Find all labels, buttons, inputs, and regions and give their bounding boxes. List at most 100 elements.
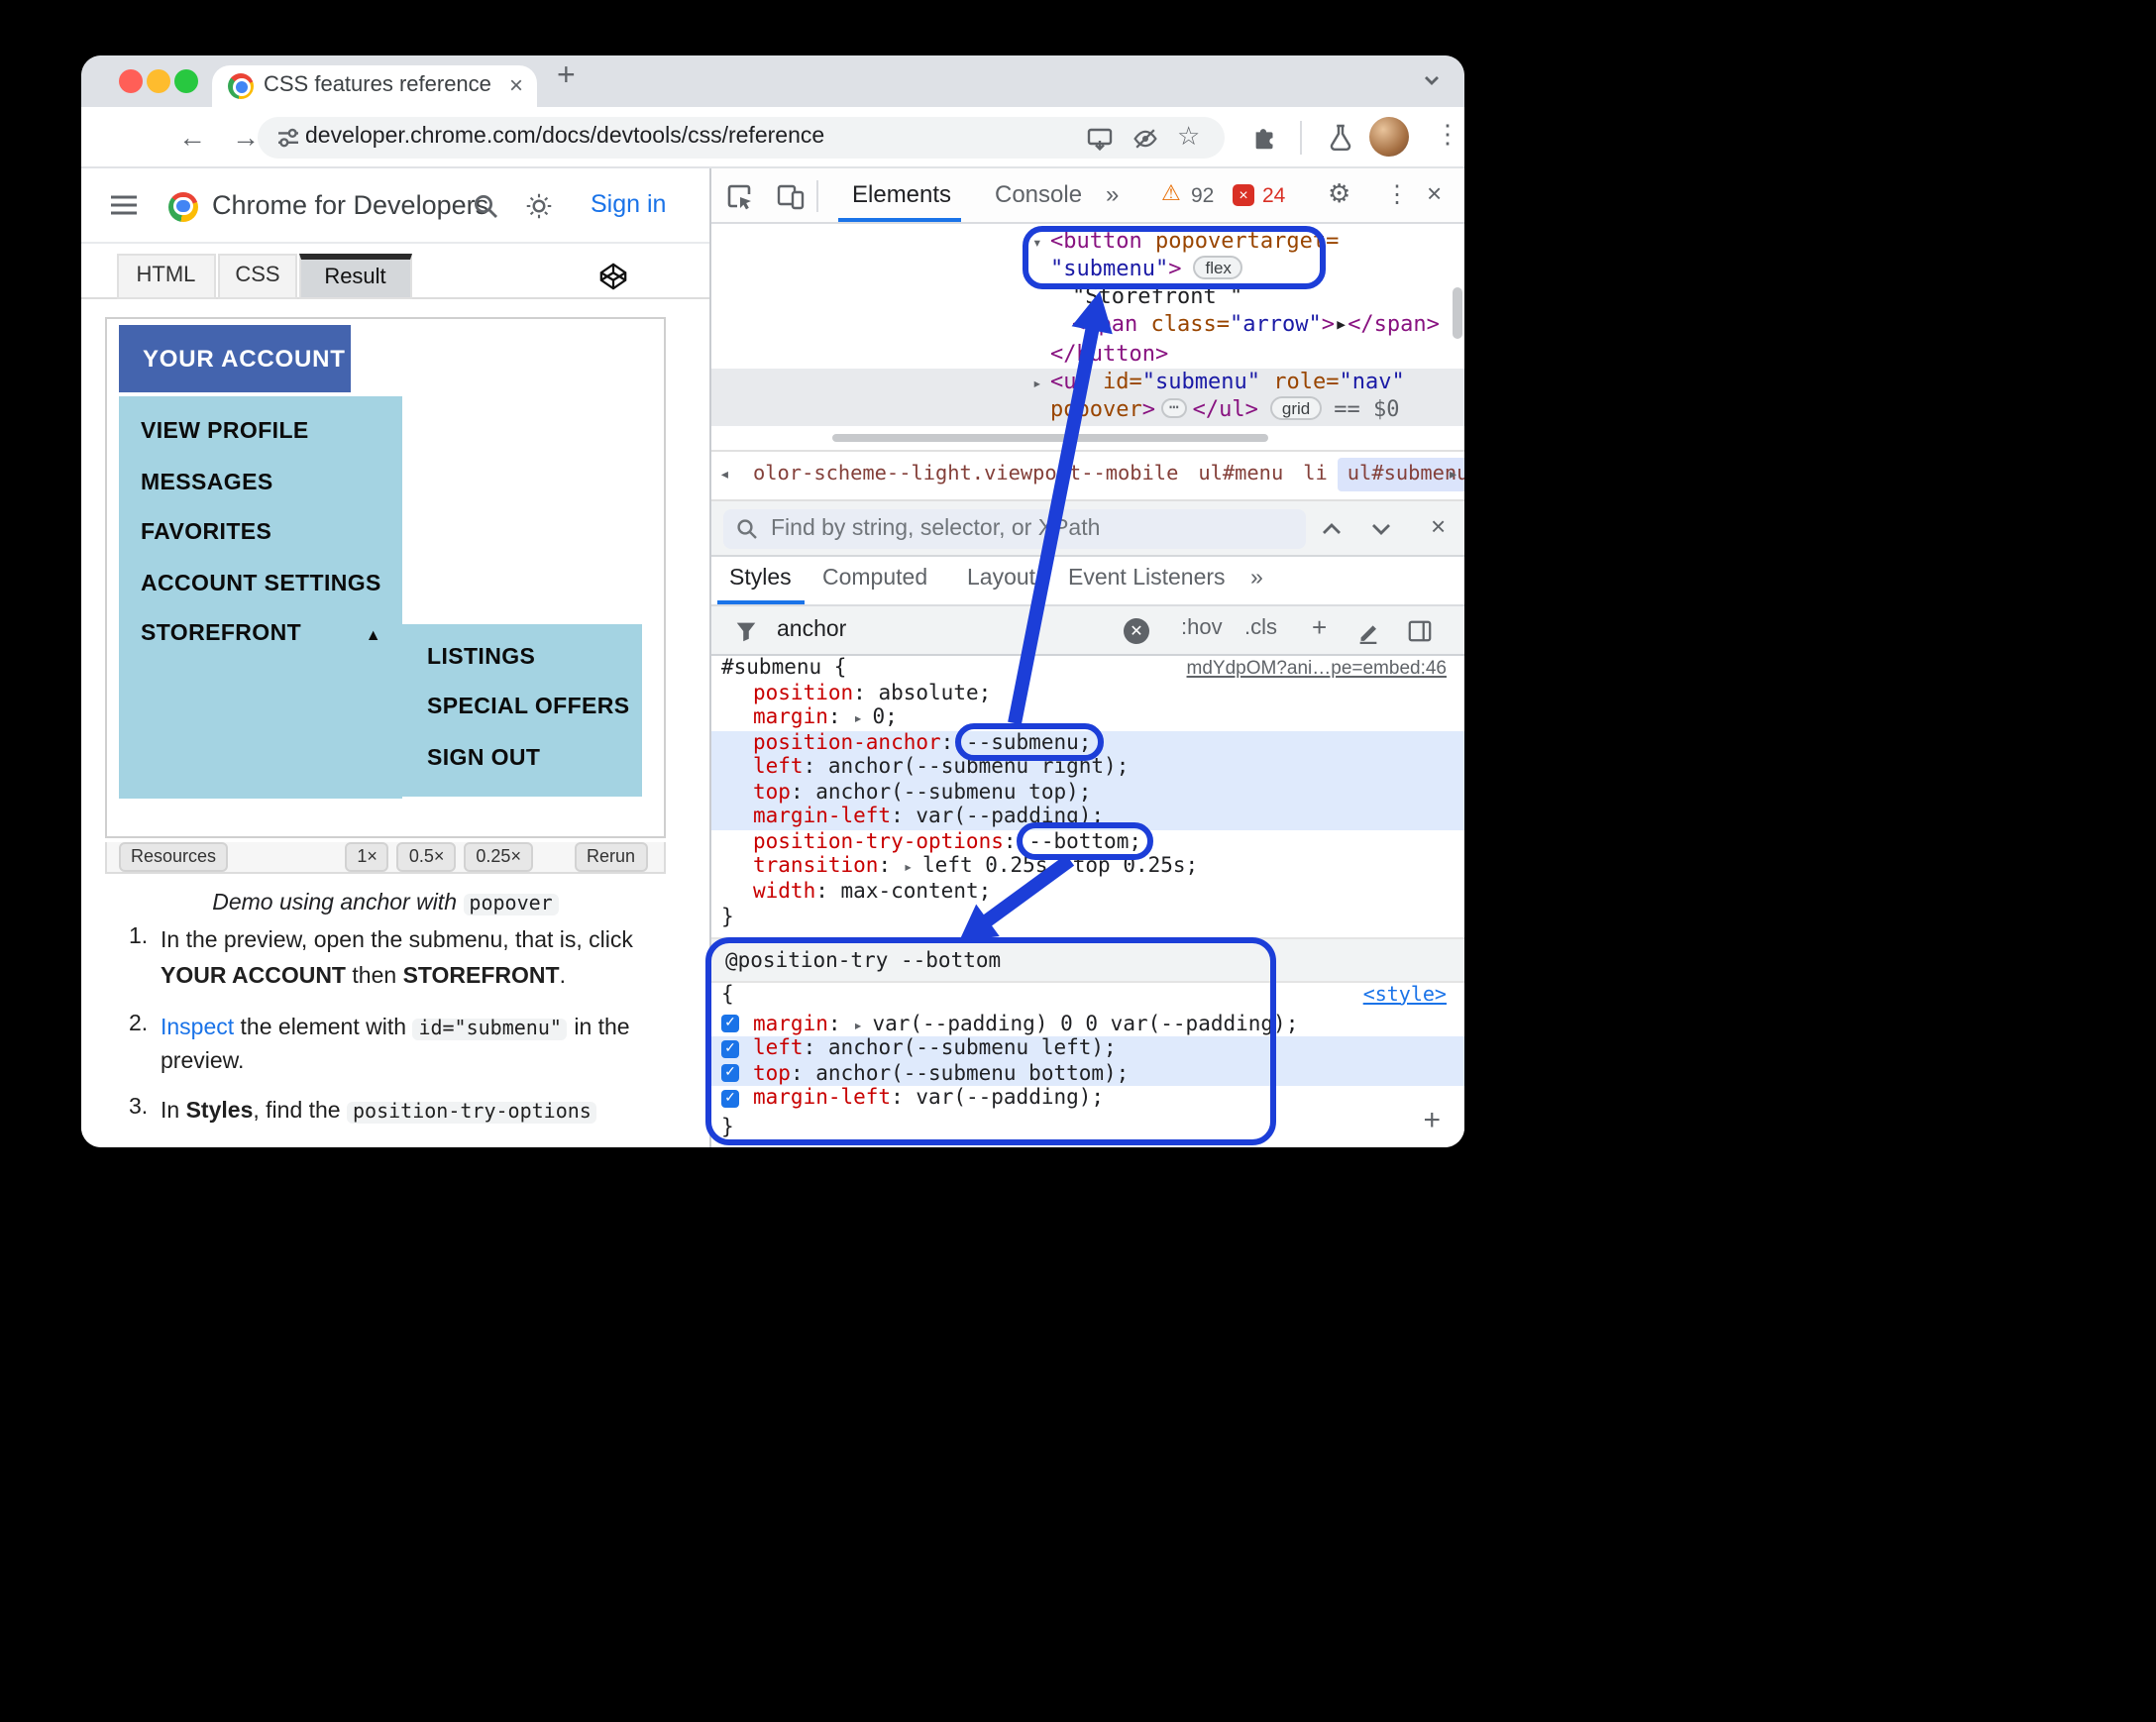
style-source-link[interactable]: <style> bbox=[1363, 984, 1447, 1006]
css-selector[interactable]: #submenu { bbox=[721, 655, 846, 681]
browser-tab[interactable]: CSS features reference | Chr × bbox=[212, 65, 537, 107]
browser-menu-kebab-icon[interactable]: ⋮ bbox=[1435, 119, 1460, 151]
menu-item[interactable]: STOREFRONT ▲ bbox=[119, 610, 401, 661]
tab-console[interactable]: Console bbox=[995, 180, 1082, 208]
css-declaration[interactable]: position-anchor: --submenu; bbox=[711, 730, 1464, 756]
find-input[interactable] bbox=[723, 508, 1306, 548]
collapsed-content-ellipsis[interactable]: ⋯ bbox=[1160, 398, 1187, 419]
new-style-rule-button[interactable]: + bbox=[1312, 612, 1327, 642]
dom-tree-node[interactable]: "Storefront " bbox=[711, 283, 1464, 312]
forward-button[interactable]: → bbox=[232, 121, 260, 153]
menu-item[interactable]: SIGN OUT bbox=[401, 734, 642, 785]
device-toolbar-icon[interactable] bbox=[775, 180, 807, 212]
sidebar-tab-layout[interactable]: Layout bbox=[967, 567, 1035, 591]
devtools-menu-kebab-icon[interactable]: ⋮ bbox=[1385, 180, 1409, 208]
shorthand-expand-icon[interactable]: ▸ bbox=[904, 859, 922, 877]
breadcrumb-item[interactable]: olor-scheme--light.viewport--mobile bbox=[743, 458, 1188, 491]
sidebar-tab-event-listeners[interactable]: Event Listeners bbox=[1068, 567, 1226, 591]
shorthand-expand-icon[interactable]: ▸ bbox=[853, 1016, 872, 1033]
css-declaration[interactable]: margin-left: var(--padding); bbox=[711, 805, 1464, 830]
url-text[interactable]: developer.chrome.com/docs/devtools/css/r… bbox=[305, 125, 824, 149]
css-declaration[interactable]: left: anchor(--submenu right); bbox=[711, 755, 1464, 781]
dom-tree-node[interactable]: ▸ <ul id="submenu" role="nav" bbox=[711, 368, 1464, 399]
dom-tree-node[interactable]: ▾ <button popovertarget= bbox=[711, 227, 1464, 256]
extensions-puzzle-icon[interactable] bbox=[1250, 123, 1280, 153]
clear-filter-icon[interactable]: ✕ bbox=[1124, 617, 1149, 643]
menu-item[interactable]: MESSAGES bbox=[119, 459, 401, 509]
more-tabs-chevrons[interactable]: » bbox=[1106, 180, 1119, 208]
minimize-window-button[interactable] bbox=[147, 69, 170, 93]
declaration-checkbox[interactable]: ✓ bbox=[721, 1089, 739, 1108]
url-bar[interactable]: developer.chrome.com/docs/devtools/css/r… bbox=[258, 117, 1225, 159]
embed-tab-html[interactable]: HTML bbox=[116, 254, 216, 299]
shorthand-expand-icon[interactable]: ▸ bbox=[853, 709, 872, 727]
warning-icon[interactable]: ⚠ bbox=[1161, 180, 1181, 206]
breadcrumb-item[interactable]: ul#submenu bbox=[1337, 458, 1464, 491]
error-count[interactable]: 24 bbox=[1262, 184, 1285, 208]
css-declaration[interactable]: ✓ margin-left: var(--padding); bbox=[711, 1086, 1464, 1111]
dom-tree-node[interactable]: popover> ⋯ </ul> grid == $0 bbox=[711, 396, 1464, 426]
codepen-icon[interactable] bbox=[598, 262, 628, 291]
chrome-developers-logo[interactable] bbox=[168, 191, 198, 221]
tab-close-icon[interactable]: × bbox=[509, 71, 523, 99]
eye-off-icon[interactable] bbox=[1132, 124, 1159, 152]
site-title[interactable]: Chrome for Developers bbox=[212, 190, 488, 220]
inspect-link[interactable]: Inspect bbox=[161, 1016, 234, 1039]
resources-button[interactable]: Resources bbox=[119, 841, 229, 872]
close-window-button[interactable] bbox=[119, 69, 143, 93]
dom-tree-node[interactable]: "submenu"> flex bbox=[711, 255, 1464, 284]
breadcrumb-item[interactable]: li bbox=[1293, 458, 1338, 491]
profile-avatar[interactable] bbox=[1369, 117, 1409, 157]
menu-item[interactable]: VIEW PROFILE bbox=[119, 408, 401, 459]
zoom-button[interactable]: 0.5× bbox=[396, 841, 457, 872]
add-style-button[interactable]: + bbox=[1423, 1103, 1441, 1136]
css-declaration[interactable]: width: max-content; bbox=[711, 880, 1464, 905]
expand-arrow-icon[interactable]: ▾ bbox=[1032, 229, 1050, 258]
position-try-header[interactable]: @position-try --bottom bbox=[711, 937, 1464, 982]
your-account-button[interactable]: YOUR ACCOUNT bbox=[119, 324, 351, 391]
menu-item[interactable]: FAVORITES bbox=[119, 509, 401, 560]
hamburger-menu-icon[interactable] bbox=[109, 192, 139, 218]
sidebar-tab-styles[interactable]: Styles bbox=[729, 567, 792, 591]
tune-icon[interactable] bbox=[275, 124, 301, 150]
find-next-chevron-icon[interactable] bbox=[1369, 518, 1393, 538]
breadcrumb-right-arrow-icon[interactable]: ▸ bbox=[1448, 465, 1458, 484]
css-declaration[interactable]: ✓ top: anchor(--submenu bottom); bbox=[711, 1061, 1464, 1087]
sidebar-more-tabs-chevrons[interactable]: » bbox=[1250, 567, 1263, 591]
new-tab-button[interactable]: + bbox=[557, 59, 576, 95]
warning-count[interactable]: 92 bbox=[1191, 184, 1214, 208]
find-close-icon[interactable]: × bbox=[1431, 510, 1446, 540]
css-declaration[interactable]: margin: ▸ 0; bbox=[711, 705, 1464, 730]
css-declaration[interactable]: top: anchor(--submenu top); bbox=[711, 780, 1464, 806]
declaration-checkbox[interactable]: ✓ bbox=[721, 1064, 739, 1083]
back-button[interactable]: ← bbox=[178, 121, 206, 153]
zoom-button[interactable]: 1× bbox=[345, 841, 389, 872]
styles-filter-input[interactable] bbox=[773, 612, 1110, 648]
find-previous-chevron-icon[interactable] bbox=[1320, 518, 1344, 538]
dom-tree-node[interactable]: </button> bbox=[711, 340, 1464, 369]
inspect-element-icon[interactable] bbox=[723, 180, 755, 212]
vertical-scrollbar[interactable] bbox=[1453, 287, 1461, 339]
tab-elements[interactable]: Elements bbox=[852, 180, 951, 208]
css-rule-header[interactable]: #submenu { mdYdpOM?ani…pe=embed:46 bbox=[711, 655, 1464, 681]
toggle-class-button[interactable]: .cls bbox=[1244, 616, 1277, 640]
toggle-hover-button[interactable]: :hov bbox=[1181, 616, 1223, 640]
menu-item[interactable]: SPECIAL OFFERS bbox=[401, 684, 642, 734]
sidebar-toggle-icon[interactable] bbox=[1407, 618, 1433, 644]
sidebar-tab-computed[interactable]: Computed bbox=[822, 567, 927, 591]
send-to-device-icon[interactable] bbox=[1086, 124, 1114, 152]
css-declaration[interactable]: transition: ▸ left 0.25s, top 0.25s; bbox=[711, 855, 1464, 880]
grid-badge[interactable]: grid bbox=[1269, 396, 1323, 421]
settings-gear-icon[interactable]: ⚙ bbox=[1328, 178, 1350, 210]
zoom-window-button[interactable] bbox=[174, 69, 198, 93]
error-icon[interactable]: × bbox=[1233, 184, 1254, 206]
sign-in-link[interactable]: Sign in bbox=[591, 190, 666, 218]
breadcrumb-left-arrow-icon[interactable]: ◂ bbox=[719, 465, 730, 484]
experiments-flask-icon[interactable] bbox=[1326, 123, 1355, 153]
css-source-link[interactable]: mdYdpOM?ani…pe=embed:46 bbox=[1187, 655, 1447, 681]
breadcrumb-item[interactable]: ul#menu bbox=[1188, 458, 1293, 491]
expand-arrow-icon[interactable]: ▸ bbox=[1032, 371, 1050, 399]
menu-item[interactable]: LISTINGS bbox=[401, 633, 642, 684]
dom-tree-node[interactable]: <span class="arrow">▸</span> bbox=[711, 312, 1464, 341]
embed-tab-css[interactable]: CSS bbox=[218, 254, 297, 299]
